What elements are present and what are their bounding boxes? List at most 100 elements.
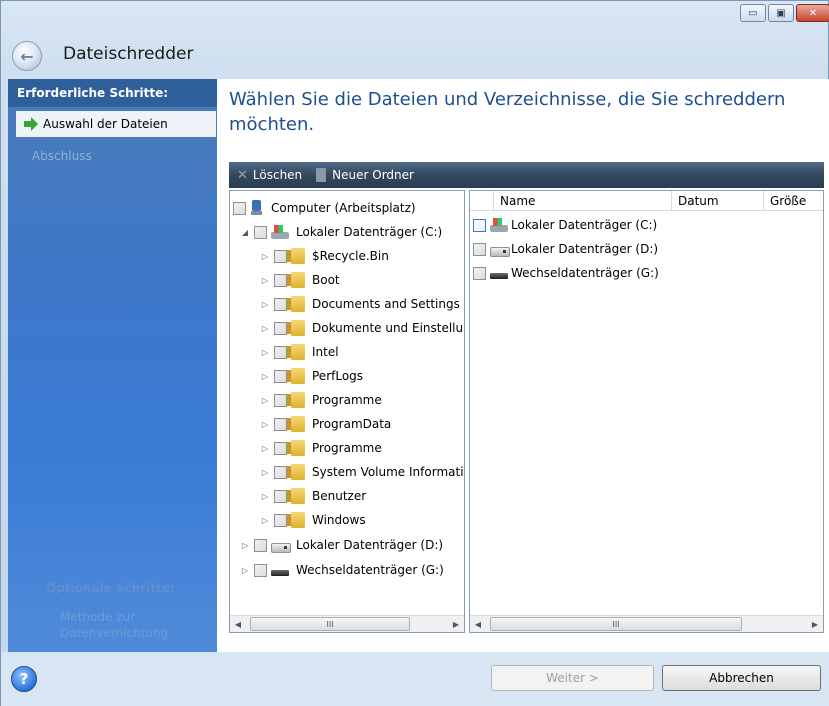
scroll-right-icon[interactable]: ▶: [448, 616, 464, 632]
list-horizontal-scrollbar[interactable]: ◀ III ▶: [470, 615, 823, 632]
tree-item-drive-d[interactable]: ▷ Lokaler Datenträger (D:): [240, 534, 443, 556]
tree-item-folder[interactable]: ▷ Programme: [260, 389, 382, 411]
main-content: Wählen Sie die Dateien und Verzeichnisse…: [217, 79, 829, 652]
checkbox[interactable]: [274, 369, 287, 383]
checkbox[interactable]: [274, 345, 287, 359]
scrollbar-thumb[interactable]: III: [490, 617, 742, 631]
tree-item-folder[interactable]: ▷ Intel: [260, 341, 339, 363]
expand-arrow-icon[interactable]: ▷: [240, 541, 250, 550]
list-item-name: Lokaler Datenträger (C:): [511, 218, 658, 232]
expand-arrow-icon[interactable]: ▷: [260, 516, 270, 525]
scrollbar-thumb[interactable]: III: [250, 617, 410, 631]
tree-item-label: PerfLogs: [312, 369, 364, 383]
folder-icon: [287, 272, 305, 288]
tree-item-folder[interactable]: ▷ System Volume Information: [260, 461, 464, 483]
tree-item-label: Boot: [312, 273, 340, 287]
expand-arrow-icon[interactable]: ▷: [260, 396, 270, 405]
tree-item-folder[interactable]: ▷ Windows: [260, 509, 366, 531]
checkbox[interactable]: [473, 242, 486, 256]
checkbox[interactable]: [254, 563, 267, 577]
column-header-spacer: [470, 191, 494, 211]
checkbox[interactable]: [274, 297, 287, 311]
expand-arrow-icon[interactable]: ▷: [260, 276, 270, 285]
list-header: Name Datum Größe: [470, 191, 823, 211]
scroll-left-icon[interactable]: ◀: [230, 616, 246, 632]
cancel-button[interactable]: Abbrechen: [662, 665, 821, 691]
help-icon[interactable]: ?: [11, 666, 37, 692]
checkbox[interactable]: [274, 441, 287, 455]
sidebar-item-methode[interactable]: Methode zur Datenvernichtung: [60, 609, 190, 641]
collapse-arrow-icon[interactable]: ◢: [240, 228, 250, 237]
tree-item-folder[interactable]: ▷ Programme: [260, 437, 382, 459]
sidebar-item-abschluss[interactable]: Abschluss: [16, 143, 216, 169]
expand-arrow-icon[interactable]: ▷: [260, 300, 270, 309]
delete-button[interactable]: ✕ Löschen: [237, 168, 302, 183]
checkbox[interactable]: [274, 513, 287, 527]
list-item[interactable]: Lokaler Datenträger (D:): [473, 238, 658, 260]
sidebar: Erforderliche Schritte: Auswahl der Date…: [8, 79, 217, 652]
tree-item-label: Wechseldatenträger (G:): [296, 563, 444, 577]
file-list[interactable]: Name Datum Größe Lokaler Datenträger (C:…: [469, 190, 824, 633]
expand-arrow-icon[interactable]: ▷: [260, 420, 270, 429]
drive-c-icon: [271, 224, 289, 240]
checkbox[interactable]: [274, 417, 287, 431]
tree-item-computer[interactable]: Computer (Arbeitsplatz): [233, 197, 416, 219]
new-folder-button[interactable]: Neuer Ordner: [316, 168, 414, 182]
tree-item-folder[interactable]: ▷ PerfLogs: [260, 365, 363, 387]
column-header-datum[interactable]: Datum: [672, 191, 764, 211]
tree-item-label: Intel: [312, 345, 339, 359]
sidebar-header: Erforderliche Schritte:: [8, 79, 217, 107]
expand-arrow-icon[interactable]: ▷: [260, 444, 270, 453]
checkbox[interactable]: [254, 538, 267, 552]
expand-arrow-icon[interactable]: ▷: [260, 324, 270, 333]
checkbox[interactable]: [274, 465, 287, 479]
scroll-right-icon[interactable]: ▶: [807, 616, 823, 632]
checkbox[interactable]: [473, 218, 486, 232]
scroll-left-icon[interactable]: ◀: [470, 616, 486, 632]
expand-arrow-icon[interactable]: ▷: [260, 372, 270, 381]
minimize-button[interactable]: ▭: [740, 4, 766, 22]
tree-item-drive-c[interactable]: ◢ Lokaler Datenträger (C:): [240, 221, 442, 243]
expand-arrow-icon[interactable]: ▷: [260, 492, 270, 501]
tree-item-folder[interactable]: ▷ Benutzer: [260, 485, 366, 507]
list-item[interactable]: Wechseldatenträger (G:): [473, 262, 659, 284]
checkbox[interactable]: [274, 273, 287, 287]
drive-g-icon: [490, 265, 508, 281]
folder-icon: [287, 392, 305, 408]
expand-arrow-icon[interactable]: ▷: [260, 252, 270, 261]
expand-arrow-icon[interactable]: ▷: [260, 348, 270, 357]
back-button[interactable]: ←: [12, 41, 42, 71]
expand-arrow-icon[interactable]: ▷: [240, 566, 250, 575]
expand-arrow-icon[interactable]: ▷: [260, 468, 270, 477]
sidebar-item-auswahl[interactable]: Auswahl der Dateien: [16, 111, 216, 137]
bottom-bar: ? Weiter > Abbrechen: [1, 652, 829, 706]
sidebar-optional-header: Optionale Schritte:: [46, 581, 175, 595]
maximize-button[interactable]: ▣: [768, 4, 794, 22]
checkbox[interactable]: [254, 225, 267, 239]
tree-item-drive-g[interactable]: ▷ Wechseldatenträger (G:): [240, 559, 444, 581]
tree-item-label: Windows: [312, 513, 366, 527]
checkbox[interactable]: [274, 489, 287, 503]
checkbox[interactable]: [274, 249, 287, 263]
tree-item-folder[interactable]: ▷ Dokumente und Einstellungen: [260, 317, 464, 339]
delete-x-icon: ✕: [237, 167, 248, 183]
sidebar-item-label: Abschluss: [32, 149, 92, 163]
checkbox[interactable]: [274, 321, 287, 335]
computer-icon: [250, 200, 264, 216]
checkbox[interactable]: [233, 201, 246, 215]
tree-item-label: Dokumente und Einstellungen: [312, 321, 464, 335]
list-item[interactable]: Lokaler Datenträger (C:): [473, 214, 657, 236]
checkbox[interactable]: [473, 266, 486, 280]
column-header-name[interactable]: Name: [494, 191, 672, 211]
tree-item-folder[interactable]: ▷ $Recycle.Bin: [260, 245, 389, 267]
checkbox[interactable]: [274, 393, 287, 407]
close-button[interactable]: ✕: [796, 4, 829, 22]
column-header-groesse[interactable]: Größe: [764, 191, 823, 211]
tree-item-folder[interactable]: ▷ Boot: [260, 269, 340, 291]
tree-horizontal-scrollbar[interactable]: ◀ III ▶: [230, 615, 464, 632]
tree-item-folder[interactable]: ▷ ProgramData: [260, 413, 391, 435]
next-button[interactable]: Weiter >: [491, 665, 654, 691]
folder-tree[interactable]: Computer (Arbeitsplatz) ◢ Lokaler Datent…: [229, 190, 465, 633]
tree-item-folder[interactable]: ▷ Documents and Settings: [260, 293, 460, 315]
list-item-name: Lokaler Datenträger (D:): [511, 242, 659, 256]
